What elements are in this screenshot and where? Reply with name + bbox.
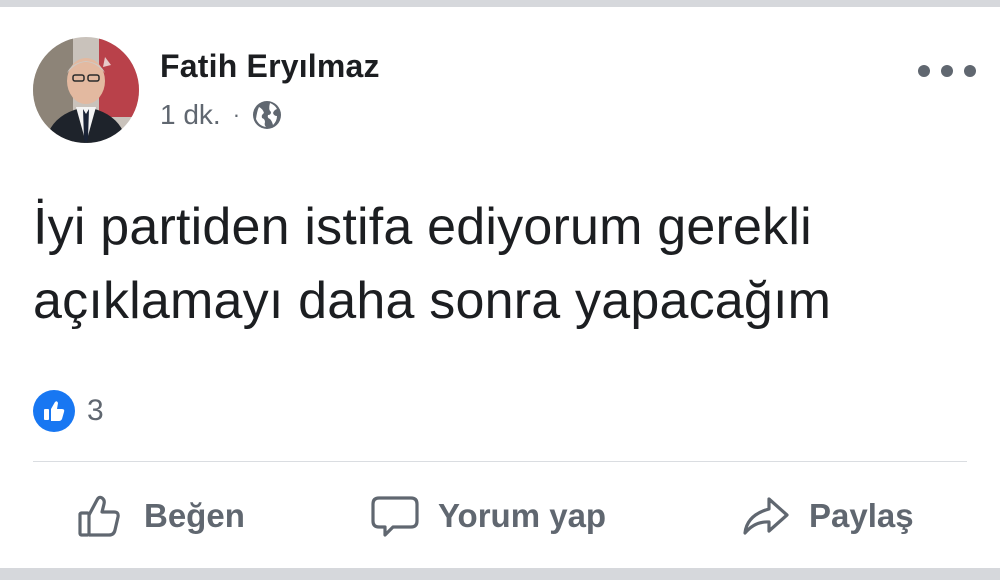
share-button[interactable]: Paylaş <box>741 488 914 544</box>
action-divider <box>33 461 967 462</box>
reaction-summary[interactable]: 3 <box>33 389 104 433</box>
post-text: İyi partiden istifa ediyorum gerekli açı… <box>33 190 973 338</box>
more-dot <box>918 65 930 77</box>
more-options-button[interactable] <box>918 55 976 87</box>
reaction-count: 3 <box>87 394 104 427</box>
author-name[interactable]: Fatih Eryılmaz <box>160 48 380 85</box>
like-button[interactable]: Beğen <box>76 488 245 544</box>
post-meta: 1 dk. · <box>160 97 284 133</box>
comment-button[interactable]: Yorum yap <box>370 488 606 544</box>
post-text-line: İyi partiden istifa ediyorum gerekli <box>33 198 812 256</box>
avatar-photo <box>33 37 139 143</box>
post-text-line: açıklamayı daha sonra yapacağım <box>33 272 832 330</box>
more-dot <box>964 65 976 77</box>
globe-icon[interactable] <box>250 98 284 132</box>
share-label: Paylaş <box>809 497 914 534</box>
more-dot <box>941 65 953 77</box>
comment-label: Yorum yap <box>438 497 607 534</box>
post-timestamp[interactable]: 1 dk. <box>160 99 221 131</box>
thumbs-up-icon <box>76 491 126 541</box>
comment-icon <box>370 491 420 541</box>
meta-separator: · <box>232 102 241 127</box>
top-frame-bar <box>0 0 1000 7</box>
like-label: Beğen <box>144 497 245 534</box>
share-icon <box>741 491 791 541</box>
author-avatar[interactable] <box>33 37 139 143</box>
bottom-frame-bar <box>0 568 1000 580</box>
like-reaction-icon <box>33 390 75 432</box>
